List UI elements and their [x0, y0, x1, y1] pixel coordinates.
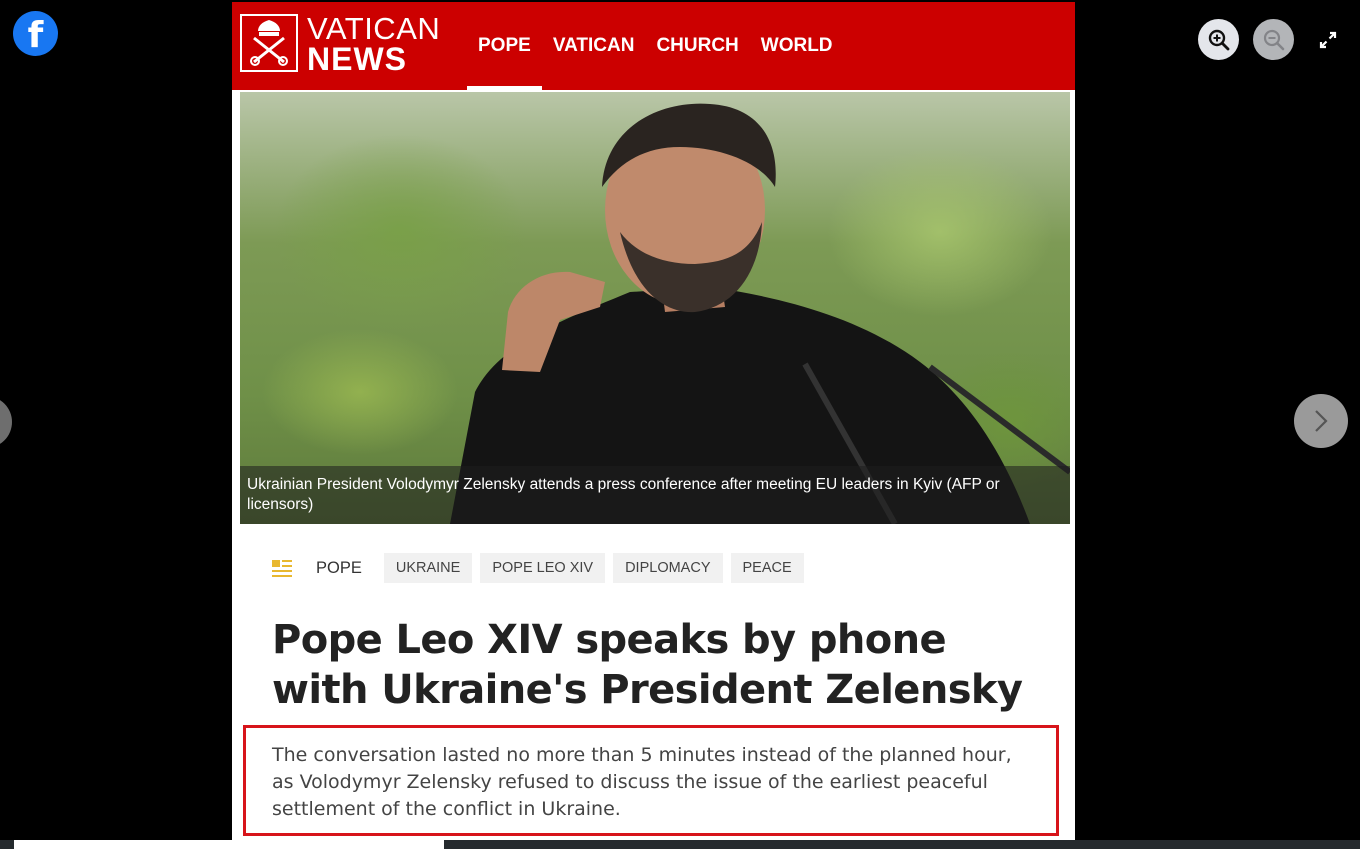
- nav-item-church[interactable]: CHURCH: [645, 2, 749, 90]
- article-headline: Pope Leo XIV speaks by phone with Ukrain…: [272, 617, 1023, 713]
- person-silhouette: [450, 103, 1070, 524]
- photo-caption: Ukrainian President Volodymyr Zelensky a…: [240, 466, 1070, 524]
- site-logo[interactable]: VATICAN NEWS: [307, 13, 440, 75]
- highlight-box: [243, 725, 1059, 836]
- bottom-input[interactable]: [14, 840, 444, 849]
- nav-item-vatican[interactable]: VATICAN: [542, 2, 646, 90]
- chevron-right-icon: [1315, 410, 1328, 432]
- nav-item-pope[interactable]: POPE: [467, 2, 542, 90]
- tag-peace[interactable]: PEACE: [730, 553, 804, 583]
- bottom-bar: [0, 840, 1360, 849]
- site-header: VATICAN NEWS POPE VATICAN CHURCH WORLD: [232, 2, 1075, 90]
- fullscreen-icon[interactable]: [1308, 20, 1348, 60]
- tag-pope-leo-xiv[interactable]: POPE LEO XIV: [480, 553, 606, 583]
- vatican-emblem-icon: [240, 14, 298, 72]
- site-nav: POPE VATICAN CHURCH WORLD: [467, 2, 844, 90]
- section-label[interactable]: POPE: [316, 559, 362, 578]
- viewer-controls: [1198, 19, 1348, 60]
- hero-image: Ukrainian President Volodymyr Zelensky a…: [240, 92, 1070, 524]
- previous-photo-button[interactable]: [0, 396, 12, 448]
- zoom-out-icon[interactable]: [1253, 19, 1294, 60]
- photo: VATICAN NEWS POPE VATICAN CHURCH WORLD U…: [232, 2, 1075, 840]
- nav-item-world[interactable]: WORLD: [750, 2, 844, 90]
- next-photo-button[interactable]: [1294, 394, 1348, 448]
- logo-line-2: NEWS: [307, 41, 407, 77]
- tag-row: POPE UKRAINE POPE LEO XIV DIPLOMACY PEAC…: [270, 553, 812, 583]
- news-icon: [270, 556, 294, 580]
- zoom-in-icon[interactable]: [1198, 19, 1239, 60]
- tag-ukraine[interactable]: UKRAINE: [383, 553, 473, 583]
- tag-diplomacy[interactable]: DIPLOMACY: [613, 553, 723, 583]
- facebook-icon[interactable]: f: [13, 11, 58, 56]
- logo-line-1: VATICAN: [307, 11, 441, 46]
